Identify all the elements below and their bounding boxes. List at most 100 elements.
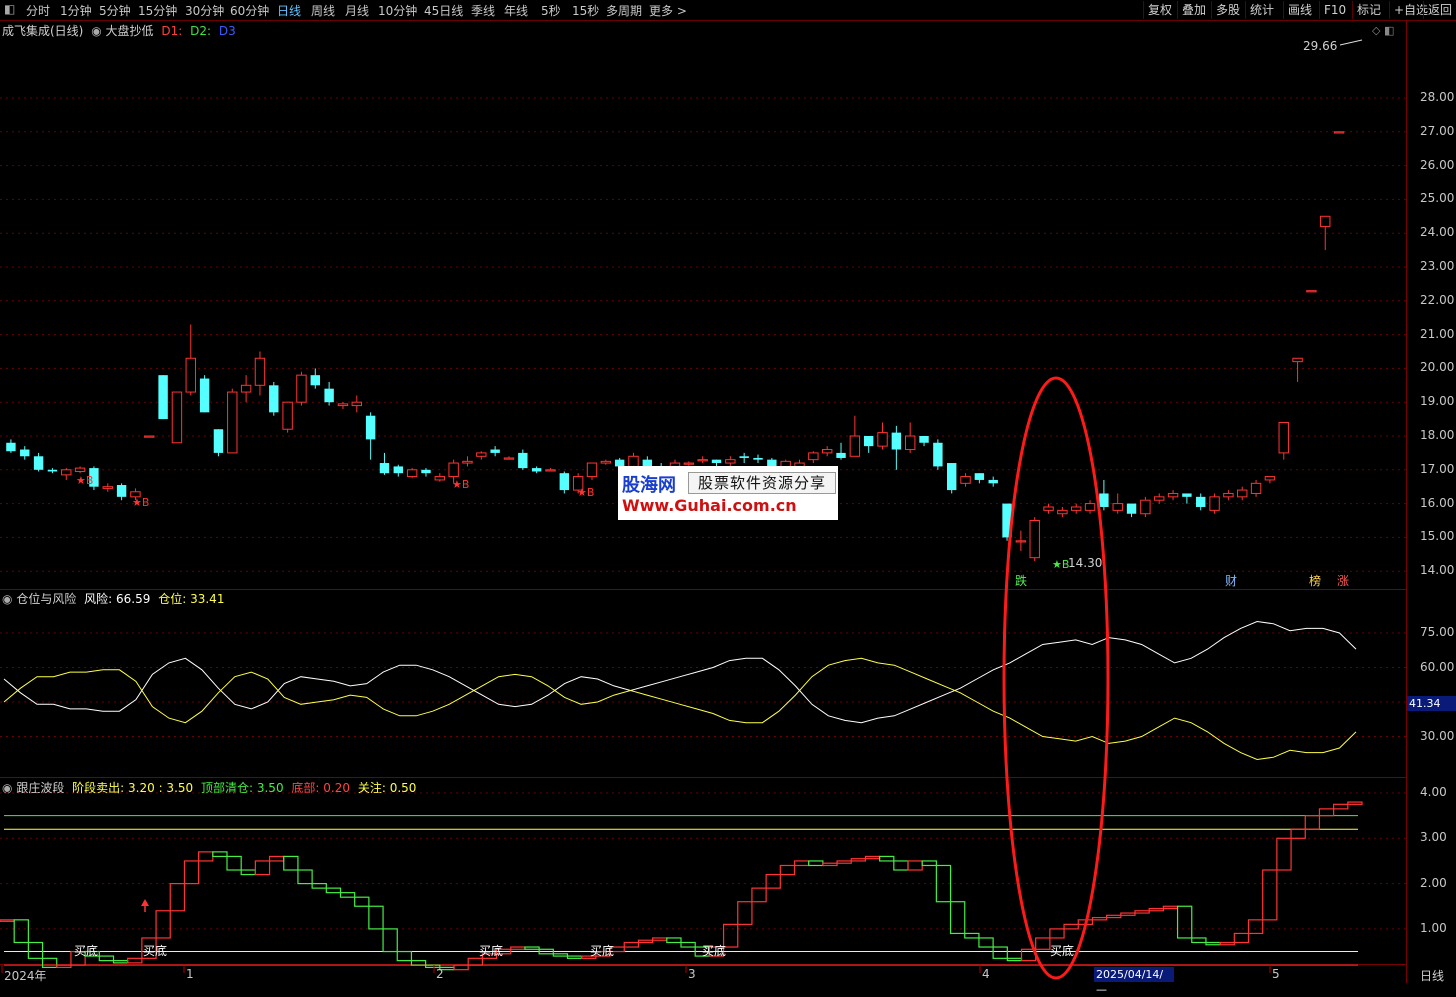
candle-body [753,457,763,460]
wave-step [623,941,640,948]
wave-step [1333,803,1349,810]
candle-body [1320,215,1331,227]
candle-body [586,462,598,478]
buy-bottom-label: 买底 [590,944,615,958]
buy-bottom-label: 买底 [1050,944,1075,958]
wave-step [311,882,327,889]
price-tick-label: 16.00 [1420,495,1455,510]
buy-marker: ★B [132,496,150,509]
watermark-slogan: 股票软件资源分享 [688,472,836,494]
wave-step [921,860,937,867]
candle-body [6,442,16,452]
candle-body [185,357,196,393]
buy-marker: ★B [452,478,470,491]
candle-body [1250,482,1262,494]
wave-step [297,869,313,885]
wave-step [169,882,186,912]
wave-step [1205,941,1221,946]
candle-body [1333,131,1345,134]
candle-body [310,375,320,386]
time-label: 2 [436,967,444,981]
wave-step [0,919,15,922]
price-tick-label: 24.00 [1420,225,1455,240]
wave-step [1191,937,1207,944]
wave-step [779,864,796,876]
wave-step [822,862,838,867]
candle-body [116,485,127,497]
candle-body [697,459,708,462]
candle-body [448,462,459,478]
wave-tick-label: 3.00 [1420,830,1447,845]
candle-body [434,476,446,481]
wave-step [1290,828,1306,839]
wave-step [1006,957,1023,962]
wave-step [354,896,370,907]
price-tick-label: 27.00 [1420,123,1455,138]
candle-body [47,469,58,472]
wave-step [850,858,867,862]
candle-body [821,449,833,454]
wave-step [212,851,228,858]
buy-marker: ★B [76,474,94,487]
candle-body [518,452,528,469]
candle-body [503,457,515,460]
wave-step [325,887,342,894]
candle-body [490,449,500,453]
price-tick-label: 21.00 [1420,326,1455,341]
wave-step [240,869,256,876]
wave-step [27,941,44,959]
wave-step [808,860,824,867]
wave-step [637,939,654,944]
wave-step [1091,916,1108,921]
watermark-banner: 股海网 股票软件资源分享 Www.Guhai.com.cn [618,466,838,520]
wave-step [510,946,526,950]
wave-step [1276,837,1292,871]
wave-step [1304,815,1321,830]
wave-step [751,887,767,903]
candle-body [476,452,487,457]
buy-bottom-label: 买底 [143,944,168,958]
wave-step [793,860,810,867]
candle-body [20,449,30,457]
time-label: 2024年 [4,969,47,983]
candle-body [351,401,362,407]
candle-body [144,435,155,438]
price-tick-label: 15.00 [1420,529,1455,544]
candle-body [1057,509,1068,515]
candle-body [1209,496,1220,511]
candle-body [337,403,349,407]
wave-step [737,901,753,925]
price-tick-label: 18.00 [1420,428,1455,442]
wave-step [879,855,895,862]
candle-body [33,456,44,470]
wave-step [1063,923,1079,930]
wave-step [992,946,1008,959]
wave-step [382,928,398,953]
price-tick-label: 25.00 [1420,191,1455,206]
candle-body [739,456,749,458]
risk-tick-label: 30.00 [1420,728,1455,743]
wave-step [127,957,143,964]
cursor-date: 2025/04/14/— [1094,967,1174,996]
wave-step [552,953,569,957]
candle-body [227,391,238,454]
wave-step [524,946,540,950]
candle-body [531,468,542,472]
period-label: 日线 [1420,969,1445,983]
position-line [3,657,1357,761]
high-price-arrow [1339,39,1363,46]
candle-body [1223,492,1234,498]
candle-body [393,466,404,474]
wave-step [949,901,966,935]
wave-step [680,941,696,948]
candle-body [269,385,279,413]
candle-body [600,460,612,464]
wave-step [836,860,852,864]
candle-body [863,436,874,447]
candle-body [171,391,183,444]
candle-body [1043,506,1054,511]
buy-bottom-label: 买底 [702,944,727,958]
wave-step [410,960,427,966]
candle-body [199,378,210,413]
risk-line [3,620,1357,724]
